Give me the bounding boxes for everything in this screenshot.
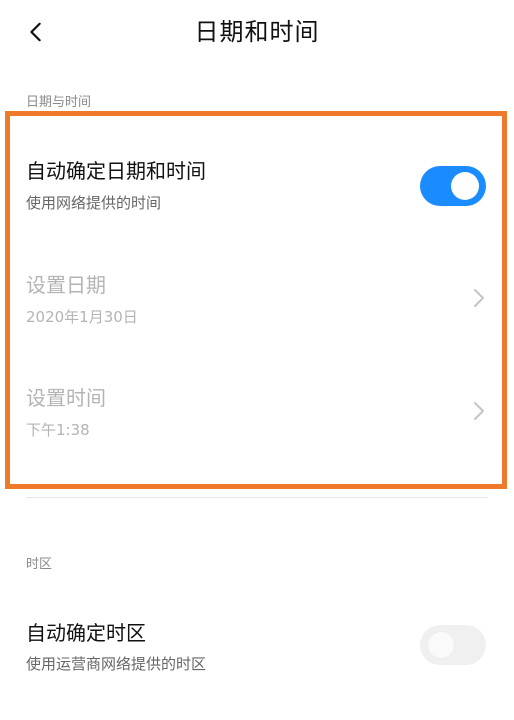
row-title: 设置时间 (26, 386, 106, 410)
row-subtitle: 下午1:38 (26, 421, 90, 439)
row-title: 自动确定日期和时间 (26, 159, 206, 183)
set-time-row[interactable]: 设置时间 下午1:38 (0, 377, 514, 449)
page-title: 日期和时间 (194, 18, 320, 46)
auto-date-time-row[interactable]: 自动确定日期和时间 使用网络提供的时间 (0, 150, 514, 220)
toggle-knob (451, 172, 479, 200)
set-date-row[interactable]: 设置日期 2020年1月30日 (0, 264, 514, 336)
row-subtitle: 使用运营商网络提供的时区 (26, 655, 207, 673)
top-bar: 日期和时间 (0, 0, 514, 64)
auto-date-time-toggle[interactable] (420, 166, 486, 206)
auto-timezone-row[interactable]: 自动确定时区 使用运营商网络提供的时区 (0, 612, 514, 684)
section-divider (26, 497, 488, 498)
chevron-right-icon (472, 288, 486, 308)
toggle-knob (427, 631, 455, 659)
section-header-timezone: 时区 (26, 557, 53, 572)
section-header-date-time: 日期与时间 (26, 95, 92, 110)
chevron-right-icon (472, 401, 486, 421)
row-title: 自动确定时区 (26, 621, 146, 645)
auto-timezone-toggle[interactable] (420, 625, 486, 665)
date-time-settings-screen: 日期和时间 日期与时间 自动确定日期和时间 使用网络提供的时间 设置日期 202… (0, 0, 514, 720)
row-title: 设置日期 (26, 273, 106, 297)
row-subtitle: 2020年1月30日 (26, 308, 138, 326)
row-subtitle: 使用网络提供的时间 (26, 194, 162, 212)
